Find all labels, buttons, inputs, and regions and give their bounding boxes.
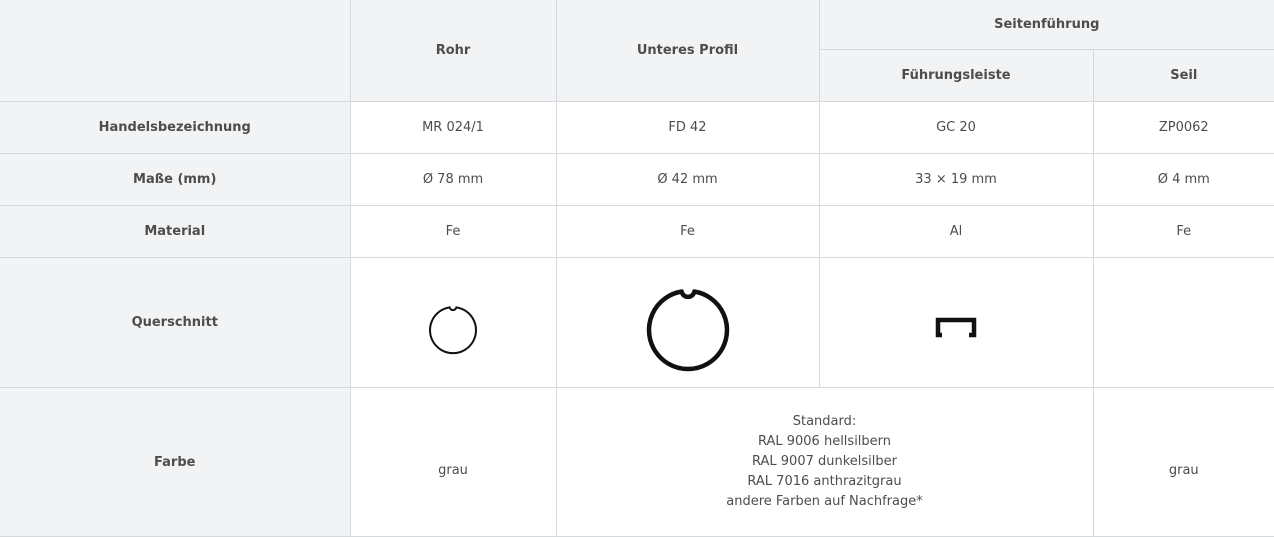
cell-dimensions-bottom-profile: Ø 42 mm xyxy=(555,153,820,206)
cell-material-tube: Fe xyxy=(349,205,557,258)
cell-material-bottom-profile: Fe xyxy=(555,205,820,258)
header-tube: Rohr xyxy=(349,0,557,102)
header-cable: Seil xyxy=(1092,49,1274,102)
row-material: Material Fe Fe Al Fe xyxy=(0,205,1274,258)
cell-color-standard: Standard: RAL 9006 hellsilbern RAL 9007 … xyxy=(555,387,1094,537)
header-guide-rail: Führungsleiste xyxy=(819,49,1094,102)
guide-rail-cross-section-icon xyxy=(935,317,977,338)
color-standard-heading: Standard: xyxy=(792,414,857,429)
cell-cross-section-guide-rail xyxy=(818,257,1094,388)
header-bottom-profile: Unteres Profil xyxy=(555,0,820,102)
color-standard-ral-9006: RAL 9006 hellsilbern xyxy=(757,434,892,449)
row-trade-name: Handelsbezeichnung MR 024/1 FD 42 GC 20 … xyxy=(0,101,1274,154)
cell-dimensions-tube: Ø 78 mm xyxy=(349,153,557,206)
cell-material-guide-rail: Al xyxy=(818,205,1094,258)
cell-trade-name-guide-rail: GC 20 xyxy=(818,101,1094,154)
cell-color-tube: grau xyxy=(349,387,557,537)
header-row-1: Rohr Unteres Profil Seitenführung xyxy=(0,0,1274,102)
cell-trade-name-cable: ZP0062 xyxy=(1092,101,1274,154)
cell-color-cable: grau xyxy=(1092,387,1274,537)
cell-cross-section-cable xyxy=(1092,257,1274,388)
profile-cross-section-icon xyxy=(646,288,729,371)
cell-trade-name-tube: MR 024/1 xyxy=(349,101,557,154)
row-color: Farbe grau Standard: RAL 9006 hellsilber… xyxy=(0,387,1274,537)
tube-cross-section-icon xyxy=(429,305,477,354)
row-dimensions: Maße (mm) Ø 78 mm Ø 42 mm 33 × 19 mm Ø 4… xyxy=(0,153,1274,206)
color-standard-ral-9007: RAL 9007 dunkelsilber xyxy=(752,454,897,469)
cell-material-cable: Fe xyxy=(1092,205,1274,258)
header-side-guide: Seitenführung xyxy=(818,0,1274,50)
cell-cross-section-tube xyxy=(349,257,557,388)
row-label-cross-section: Querschnitt xyxy=(0,257,351,388)
cell-dimensions-guide-rail: 33 × 19 mm xyxy=(818,153,1094,206)
cell-cross-section-bottom-profile xyxy=(555,257,820,388)
color-standard-ral-7016: RAL 7016 anthrazitgrau xyxy=(747,474,902,489)
header-empty-corner xyxy=(0,0,351,102)
spec-table: Rohr Unteres Profil Seitenführung Führun… xyxy=(0,0,1274,537)
row-label-material: Material xyxy=(0,205,351,258)
row-label-color: Farbe xyxy=(0,387,351,537)
cell-trade-name-bottom-profile: FD 42 xyxy=(555,101,820,154)
row-label-dimensions: Maße (mm) xyxy=(0,153,351,206)
color-standard-other: andere Farben auf Nachfrage* xyxy=(726,494,923,509)
row-cross-section: Querschnitt xyxy=(0,257,1274,388)
cell-dimensions-cable: Ø 4 mm xyxy=(1092,153,1274,206)
row-label-trade-name: Handelsbezeichnung xyxy=(0,101,351,154)
